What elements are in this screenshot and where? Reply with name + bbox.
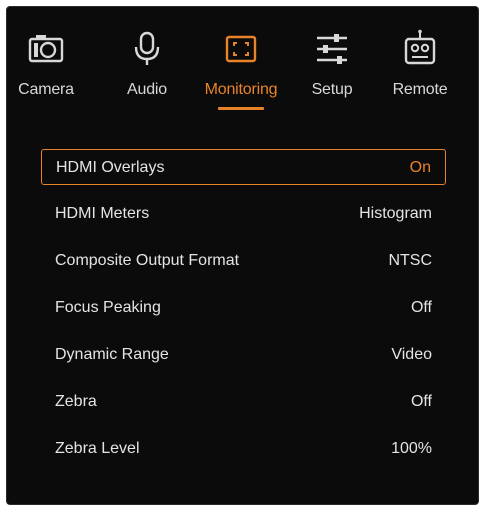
- active-tab-indicator: [218, 107, 264, 110]
- tab-setup[interactable]: Setup: [303, 29, 361, 119]
- tab-audio-label: Audio: [127, 81, 167, 98]
- setting-value: NTSC: [388, 252, 432, 269]
- setting-name: Zebra Level: [55, 440, 140, 457]
- setting-dynamic-range[interactable]: Dynamic Range Video: [41, 337, 446, 373]
- setting-value: Off: [410, 299, 432, 316]
- setting-value: On: [409, 159, 431, 176]
- setting-value: 100%: [391, 440, 432, 457]
- setting-name: Focus Peaking: [55, 299, 161, 316]
- tab-camera-label: Camera: [18, 81, 74, 98]
- tab-setup-label: Setup: [311, 81, 353, 98]
- microphone-icon: [134, 31, 160, 65]
- sliders-icon: [317, 34, 347, 64]
- setting-name: Dynamic Range: [55, 346, 169, 363]
- monitoring-menu-panel: Camera Audio Monitoring Setup Remote HDM…: [7, 7, 478, 504]
- tab-remote[interactable]: Remote: [384, 29, 456, 119]
- monitor-frame-icon: [225, 35, 257, 63]
- menu-tab-bar: Camera Audio Monitoring Setup Remote: [7, 7, 478, 125]
- setting-name: HDMI Meters: [55, 205, 150, 222]
- setting-value: Off: [410, 393, 432, 410]
- setting-zebra-level[interactable]: Zebra Level 100%: [41, 431, 446, 467]
- setting-focus-peaking[interactable]: Focus Peaking Off: [41, 290, 446, 326]
- setting-hdmi-meters[interactable]: HDMI Meters Histogram: [41, 196, 446, 232]
- setting-value: Video: [391, 346, 432, 363]
- monitoring-settings-list: HDMI Overlays On HDMI Meters Histogram C…: [41, 149, 446, 478]
- setting-zebra[interactable]: Zebra Off: [41, 384, 446, 420]
- tab-monitoring-label: Monitoring: [204, 81, 278, 98]
- remote-control-icon: [404, 29, 436, 65]
- tab-camera[interactable]: Camera: [15, 29, 77, 119]
- setting-name: HDMI Overlays: [56, 159, 165, 176]
- camera-icon: [28, 35, 64, 63]
- setting-hdmi-overlays[interactable]: HDMI Overlays On: [41, 149, 446, 185]
- tab-audio[interactable]: Audio: [120, 29, 174, 119]
- setting-name: Composite Output Format: [55, 252, 240, 269]
- setting-composite-output-format[interactable]: Composite Output Format NTSC: [41, 243, 446, 279]
- setting-value: Histogram: [359, 205, 432, 222]
- tab-monitoring[interactable]: Monitoring: [195, 29, 287, 119]
- setting-name: Zebra: [55, 393, 97, 410]
- tab-remote-label: Remote: [392, 81, 448, 98]
